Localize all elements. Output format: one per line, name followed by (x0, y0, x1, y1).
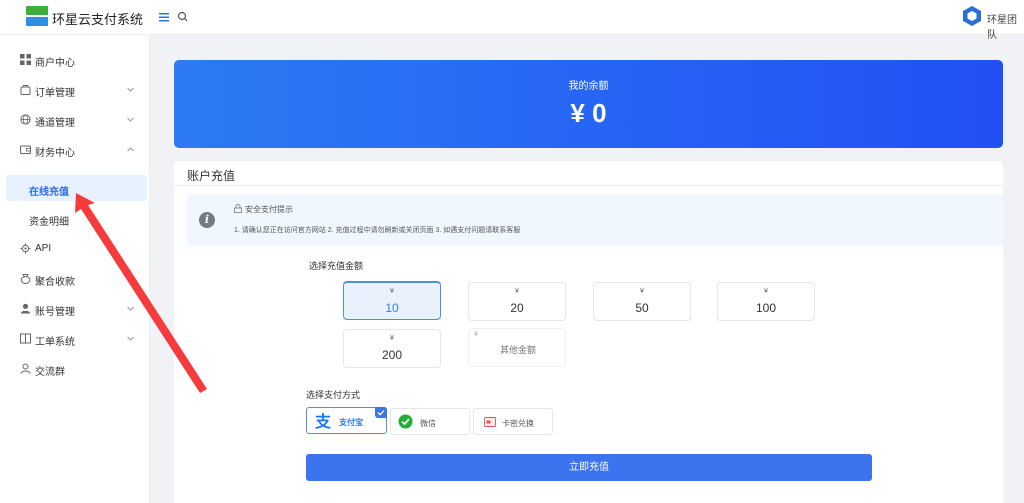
sidebar-item-orders[interactable]: 订单管理 (0, 76, 150, 102)
sidebar-item-label: 工单系统 (35, 337, 75, 348)
alipay-icon: 支 (314, 412, 332, 430)
tip-text: 1. 请确认您正在访问官方网站 2. 充值过程中请勿刷新或关闭页面 3. 如遇支… (234, 227, 521, 234)
currency-symbol: ¥ (390, 335, 394, 342)
wechat-icon (398, 414, 413, 429)
brand-logo-icon (26, 6, 48, 26)
globe-icon (20, 114, 31, 125)
team-logo-icon (963, 6, 981, 26)
chevron-down-icon (127, 87, 134, 92)
custom-amount-input[interactable] (475, 342, 561, 358)
sidebar: 商户中心 订单管理 通道管理 财务中心 在线充值 资金明细 API 聚合收款 账… (0, 35, 150, 503)
sidebar-subitem-label: 在线充值 (29, 187, 69, 198)
pay-option-label: 微信 (420, 419, 436, 428)
card-icon (484, 417, 496, 427)
currency-symbol: ¥ (515, 288, 519, 295)
brand-title: 环星云支付系统 (52, 12, 144, 27)
chevron-up-icon (127, 147, 134, 152)
menu-toggle-icon[interactable] (158, 10, 170, 24)
bag-icon (20, 85, 31, 95)
sidebar-subitem-online-recharge[interactable]: 在线充值 (6, 175, 147, 201)
amount-option-50[interactable]: ¥ 50 (593, 282, 691, 321)
amount-option-100[interactable]: ¥ 100 (717, 282, 815, 321)
recharge-panel: 账户充值 i 安全支付提示 1. 请确认您正在访问官方网站 2. 充值过程中请勿… (174, 161, 1003, 503)
sidebar-item-label: API (35, 243, 52, 254)
chevron-down-icon (127, 336, 134, 341)
sidebar-subitem-fund-details[interactable]: 资金明细 (0, 205, 150, 231)
pay-option-label: 卡密兑换 (502, 419, 534, 428)
sidebar-item-finance[interactable]: 财务中心 (0, 136, 150, 162)
amount-option-10[interactable]: ¥ 10 (343, 281, 441, 320)
coin-bag-icon (20, 274, 31, 284)
sidebar-item-label: 订单管理 (35, 88, 75, 99)
tip-title: 安全支付提示 (245, 205, 293, 214)
amount-value: 10 (385, 301, 399, 315)
panel-divider (174, 185, 1003, 186)
pay-option-card[interactable]: 卡密兑换 (473, 408, 553, 435)
sidebar-item-label: 交流群 (35, 367, 65, 378)
sidebar-item-label: 财务中心 (35, 148, 75, 159)
chevron-down-icon (127, 306, 134, 311)
amount-option-20[interactable]: ¥ 20 (468, 282, 566, 321)
team-name[interactable]: 环星团队 (987, 11, 1024, 41)
lock-icon (234, 204, 242, 213)
top-bar: 环星云支付系统 环星团队 (0, 0, 1024, 41)
sidebar-item-label: 聚合收款 (35, 277, 75, 288)
amount-value: 100 (755, 301, 777, 315)
currency-symbol: ¥ (640, 288, 644, 295)
pay-option-alipay[interactable]: 支 支付宝 (306, 407, 387, 434)
sidebar-item-label: 账号管理 (35, 307, 75, 318)
user-icon (20, 303, 31, 314)
book-icon (20, 333, 31, 344)
wallet-icon (20, 145, 31, 154)
amount-value: 50 (635, 301, 649, 315)
sidebar-item-group-chat[interactable]: 交流群 (0, 355, 150, 381)
amount-option-200[interactable]: ¥ 200 (343, 329, 441, 368)
svg-text:支: 支 (314, 412, 332, 430)
sidebar-subitem-label: 资金明细 (29, 217, 69, 228)
currency-symbol: ¥ (474, 331, 478, 338)
panel-title: 账户充值 (187, 169, 236, 183)
search-icon[interactable] (176, 10, 190, 24)
grid-icon (20, 54, 31, 65)
sidebar-item-label: 商户中心 (35, 58, 75, 69)
sidebar-item-merchant[interactable]: 商户中心 (0, 46, 150, 72)
recharge-submit-button[interactable]: 立即充值 (306, 454, 872, 481)
amount-value: 20 (510, 301, 524, 315)
check-icon (375, 407, 387, 418)
sidebar-item-aggregate[interactable]: 聚合收款 (0, 265, 150, 291)
sidebar-item-api[interactable]: API (0, 235, 150, 261)
currency-symbol: ¥ (764, 288, 768, 295)
amount-label: 选择充值金额 (309, 261, 364, 271)
sidebar-item-label: 通道管理 (35, 118, 75, 129)
chevron-down-icon (127, 117, 134, 122)
security-tip: i 安全支付提示 1. 请确认您正在访问官方网站 2. 充值过程中请勿刷新或关闭… (187, 194, 1003, 246)
pay-option-wechat[interactable]: 微信 (390, 408, 470, 435)
balance-amount: ¥ 0 (570, 98, 607, 128)
user-outline-icon (20, 363, 31, 374)
sidebar-item-channels[interactable]: 通道管理 (0, 106, 150, 132)
balance-card: 我的余额 ¥ 0 (174, 60, 1003, 148)
sidebar-item-tickets[interactable]: 工单系统 (0, 325, 150, 351)
balance-title: 我的余额 (568, 81, 609, 92)
amount-value: 200 (381, 348, 403, 362)
info-icon: i (199, 212, 215, 228)
pay-option-label: 支付宝 (339, 418, 363, 427)
sidebar-item-accounts[interactable]: 账号管理 (0, 295, 150, 321)
custom-amount-box: ¥ (468, 328, 566, 367)
cog-icon (20, 243, 31, 254)
pay-method-label: 选择支付方式 (306, 390, 361, 400)
currency-symbol: ¥ (390, 288, 394, 295)
